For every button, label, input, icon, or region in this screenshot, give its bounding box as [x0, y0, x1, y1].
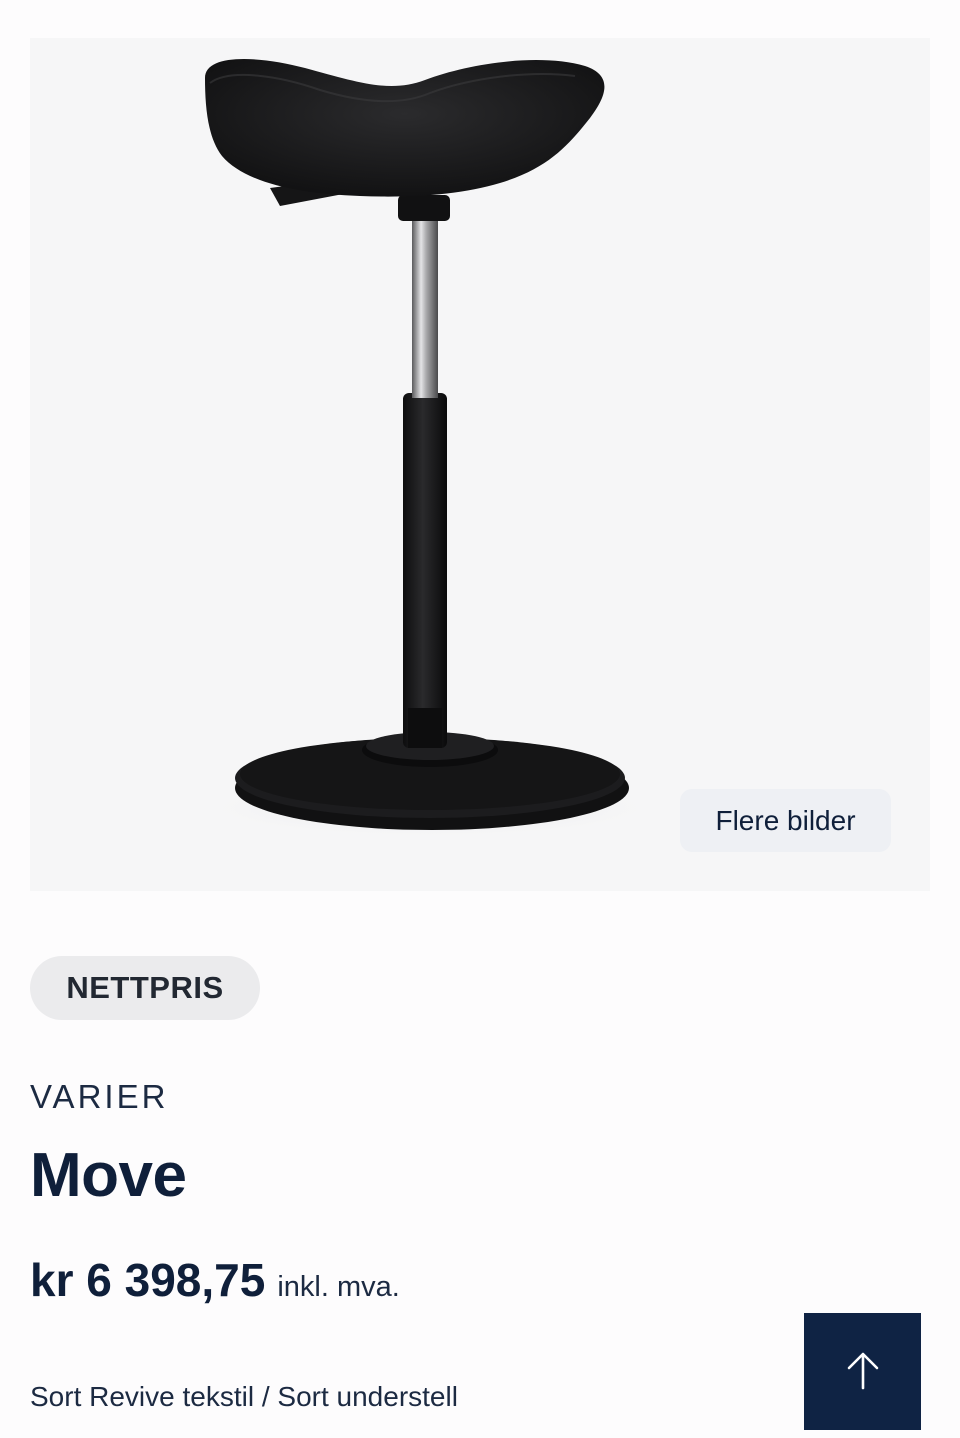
vat-note: inkl. mva. — [277, 1271, 400, 1303]
net-price-badge: NETTPRIS — [30, 956, 260, 1020]
product-price: kr 6 398,75 — [30, 1254, 266, 1306]
product-page: Flere bilder NETTPRIS VARIER Move kr 6 3… — [0, 0, 960, 1438]
product-title: Move — [30, 1141, 187, 1210]
more-images-button[interactable]: Flere bilder — [680, 789, 891, 852]
variant-description: Sort Revive tekstil / Sort understell — [30, 1381, 458, 1412]
scroll-to-top-button[interactable] — [804, 1313, 921, 1430]
price-row: kr 6 398,75 inkl. mva. — [30, 1253, 400, 1307]
stool-illustration — [200, 58, 660, 838]
arrow-up-icon — [845, 1350, 881, 1393]
product-image[interactable]: Flere bilder — [30, 38, 930, 891]
brand-name[interactable]: VARIER — [30, 1078, 168, 1116]
